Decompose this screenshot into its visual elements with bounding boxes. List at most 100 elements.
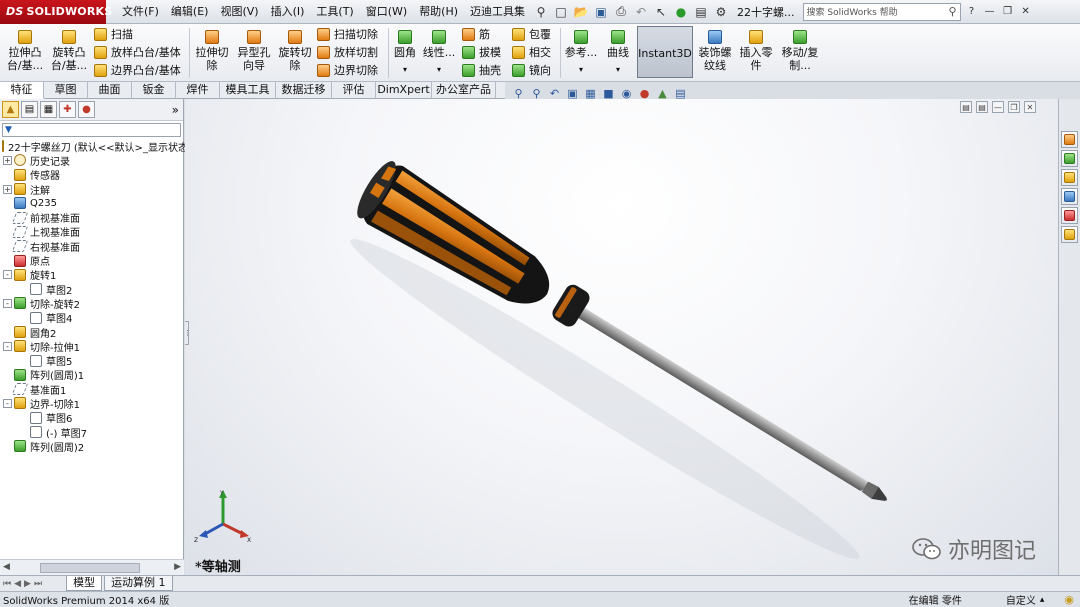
move-copy-button[interactable]: 移动/复制... (779, 30, 821, 72)
tab-surfaces[interactable]: 曲面 (88, 82, 132, 99)
solidworks-logo[interactable]: DS SOLIDWORKS (0, 0, 112, 24)
tree-item[interactable]: (-) 草图7 (0, 425, 183, 440)
file-explorer-icon[interactable] (1061, 169, 1078, 186)
tree-item[interactable]: 草图5 (0, 353, 183, 368)
help-question-icon[interactable]: ? (965, 5, 979, 19)
print-icon[interactable]: ⎙ (612, 3, 630, 21)
close-window-icon[interactable]: ✕ (1019, 5, 1033, 19)
revolve-cut-button[interactable]: 旋转切除 (276, 30, 314, 72)
next-tab-arrow-icon[interactable]: ▶ (24, 579, 31, 589)
collapse-minus-icon[interactable]: - (3, 298, 12, 308)
draft-button[interactable]: 拔模 (462, 43, 501, 61)
tab-sketch[interactable]: 草图 (44, 82, 88, 99)
sweep-cut-button[interactable]: 扫描切除 (317, 25, 378, 43)
tab-model[interactable]: 模型 (66, 576, 103, 591)
menu-maidi-tools[interactable]: 迈迪工具集 (464, 0, 531, 24)
tree-item[interactable]: 右视基准面 (0, 239, 183, 254)
sweep-button[interactable]: 扫描 (94, 25, 133, 43)
menu-help[interactable]: 帮助(H) (413, 0, 464, 24)
previous-view-icon[interactable]: ↶ (548, 87, 561, 100)
collapse-minus-icon[interactable]: - (3, 398, 12, 408)
configuration-manager-tab-icon[interactable]: ▦ (40, 101, 57, 118)
tree-item[interactable]: - 边界-切除1 (0, 396, 183, 411)
search-icon[interactable]: ⚲ (948, 5, 956, 18)
linear-pattern-button[interactable]: 线性... ▾ (422, 30, 456, 76)
help-search-input[interactable]: 搜索 SolidWorks 帮助 ⚲ (802, 2, 961, 21)
last-tab-arrow-icon[interactable]: ⏭ (34, 579, 42, 589)
tree-item[interactable]: 阵列(圆周)2 (0, 439, 183, 454)
graphics-area[interactable]: ⋮ ▤ ▤ — ❐ ✕ Y X Z *等轴测 亦明图记 (185, 99, 1058, 575)
curves-dropdown-icon[interactable]: ▾ (602, 63, 634, 76)
view-palette-icon[interactable] (1061, 188, 1078, 205)
menu-view[interactable]: 视图(V) (214, 0, 264, 24)
screwdriver-model[interactable] (185, 99, 1058, 575)
shell-button[interactable]: 抽壳 (462, 61, 501, 79)
tree-item[interactable]: - 切除-旋转2 (0, 296, 183, 311)
tab-features[interactable]: 特征 (0, 82, 44, 99)
minimize-window-icon[interactable]: — (983, 5, 997, 19)
apply-scene-icon[interactable]: ▲ (656, 87, 669, 100)
extrude-cut-button[interactable]: 拉伸切除 (192, 30, 232, 72)
scrollbar-thumb[interactable] (40, 563, 140, 573)
edit-appearance-icon[interactable]: ● (638, 87, 651, 100)
tab-motion-study-1[interactable]: 运动算例 1 (104, 576, 173, 591)
options-gear-icon[interactable]: ⚙ (712, 3, 730, 21)
collapse-minus-icon[interactable]: - (3, 270, 12, 280)
tree-item[interactable]: 原点 (0, 253, 183, 268)
select-arrow-icon[interactable]: ↖ (652, 3, 670, 21)
pin-icon[interactable]: ⚲ (532, 3, 550, 21)
tab-data-migration[interactable]: 数据迁移 (276, 82, 332, 99)
tree-item[interactable]: 草图6 (0, 411, 183, 425)
wrap-button[interactable]: 包覆 (512, 25, 551, 43)
tree-item[interactable]: - 切除-拉伸1 (0, 339, 183, 354)
tree-item[interactable]: + 历史记录 (0, 153, 183, 168)
scroll-left-arrow-icon[interactable]: ◀ (3, 562, 10, 572)
tab-evaluate[interactable]: 评估 (332, 82, 376, 99)
tab-mold-tools[interactable]: 模具工具 (220, 82, 276, 99)
tree-item[interactable]: - 旋转1 (0, 268, 183, 282)
section-view-icon[interactable]: ▣ (566, 87, 579, 100)
reference-geometry-button[interactable]: 参考... ▾ (564, 30, 598, 76)
display-style-icon[interactable]: ■ (602, 87, 615, 100)
custom-properties-icon[interactable] (1061, 226, 1078, 243)
display-manager-tab-icon[interactable]: ● (78, 101, 95, 118)
cosmetic-thread-button[interactable]: 装饰螺纹线 (697, 30, 733, 72)
reference-dropdown-icon[interactable]: ▾ (564, 63, 598, 76)
feature-tree-horizontal-scrollbar[interactable]: ◀ ▶ (0, 559, 184, 575)
menu-insert[interactable]: 插入(I) (265, 0, 311, 24)
view-orientation-triad[interactable]: Y X Z (193, 488, 253, 543)
tree-item[interactable]: 传感器 (0, 168, 183, 182)
tree-item[interactable]: 圆角2 (0, 325, 183, 340)
tree-item[interactable]: 草图4 (0, 311, 183, 325)
collapse-minus-icon[interactable]: - (3, 341, 12, 351)
unit-system-dropdown-icon[interactable]: ▴ (1040, 595, 1045, 605)
save-icon[interactable]: ▣ (592, 3, 610, 21)
tree-item[interactable]: Q235 (0, 196, 183, 210)
scroll-right-arrow-icon[interactable]: ▶ (174, 562, 181, 572)
tree-item[interactable]: 前视基准面 (0, 210, 183, 225)
curves-button[interactable]: 曲线 ▾ (602, 30, 634, 76)
tree-item[interactable]: 阵列(圆周)1 (0, 368, 183, 382)
fillet-dropdown-icon[interactable]: ▾ (391, 63, 419, 76)
file-properties-icon[interactable]: ▤ (692, 3, 710, 21)
tree-item[interactable]: 基准面1 (0, 382, 183, 397)
linear-pattern-dropdown-icon[interactable]: ▾ (422, 63, 456, 76)
status-unit-system[interactable]: 自定义 (1006, 592, 1036, 607)
view-orientation-icon[interactable]: ▦ (584, 87, 597, 100)
loft-cut-button[interactable]: 放样切割 (317, 43, 378, 61)
expand-panel-chevron-icon[interactable]: » (172, 103, 179, 117)
hide-show-items-icon[interactable]: ◉ (620, 87, 633, 100)
tab-sheet-metal[interactable]: 钣金 (132, 82, 176, 99)
tab-office-products[interactable]: 办公室产品 (432, 82, 496, 99)
rebuild-icon[interactable]: ● (672, 3, 690, 21)
boundary-cut-button[interactable]: 边界切除 (317, 61, 378, 79)
new-document-icon[interactable]: □ (552, 3, 570, 21)
tab-weldments[interactable]: 焊件 (176, 82, 220, 99)
zoom-to-area-icon[interactable]: ⚲ (530, 87, 543, 100)
menu-tools[interactable]: 工具(T) (310, 0, 359, 24)
mirror-button[interactable]: 镜向 (512, 61, 551, 79)
revolve-boss-button[interactable]: 旋转凸台/基... (48, 30, 90, 72)
dimxpert-manager-tab-icon[interactable]: ✚ (59, 101, 76, 118)
solidworks-resources-icon[interactable] (1061, 131, 1078, 148)
instant3d-button[interactable]: Instant3D (637, 26, 693, 78)
